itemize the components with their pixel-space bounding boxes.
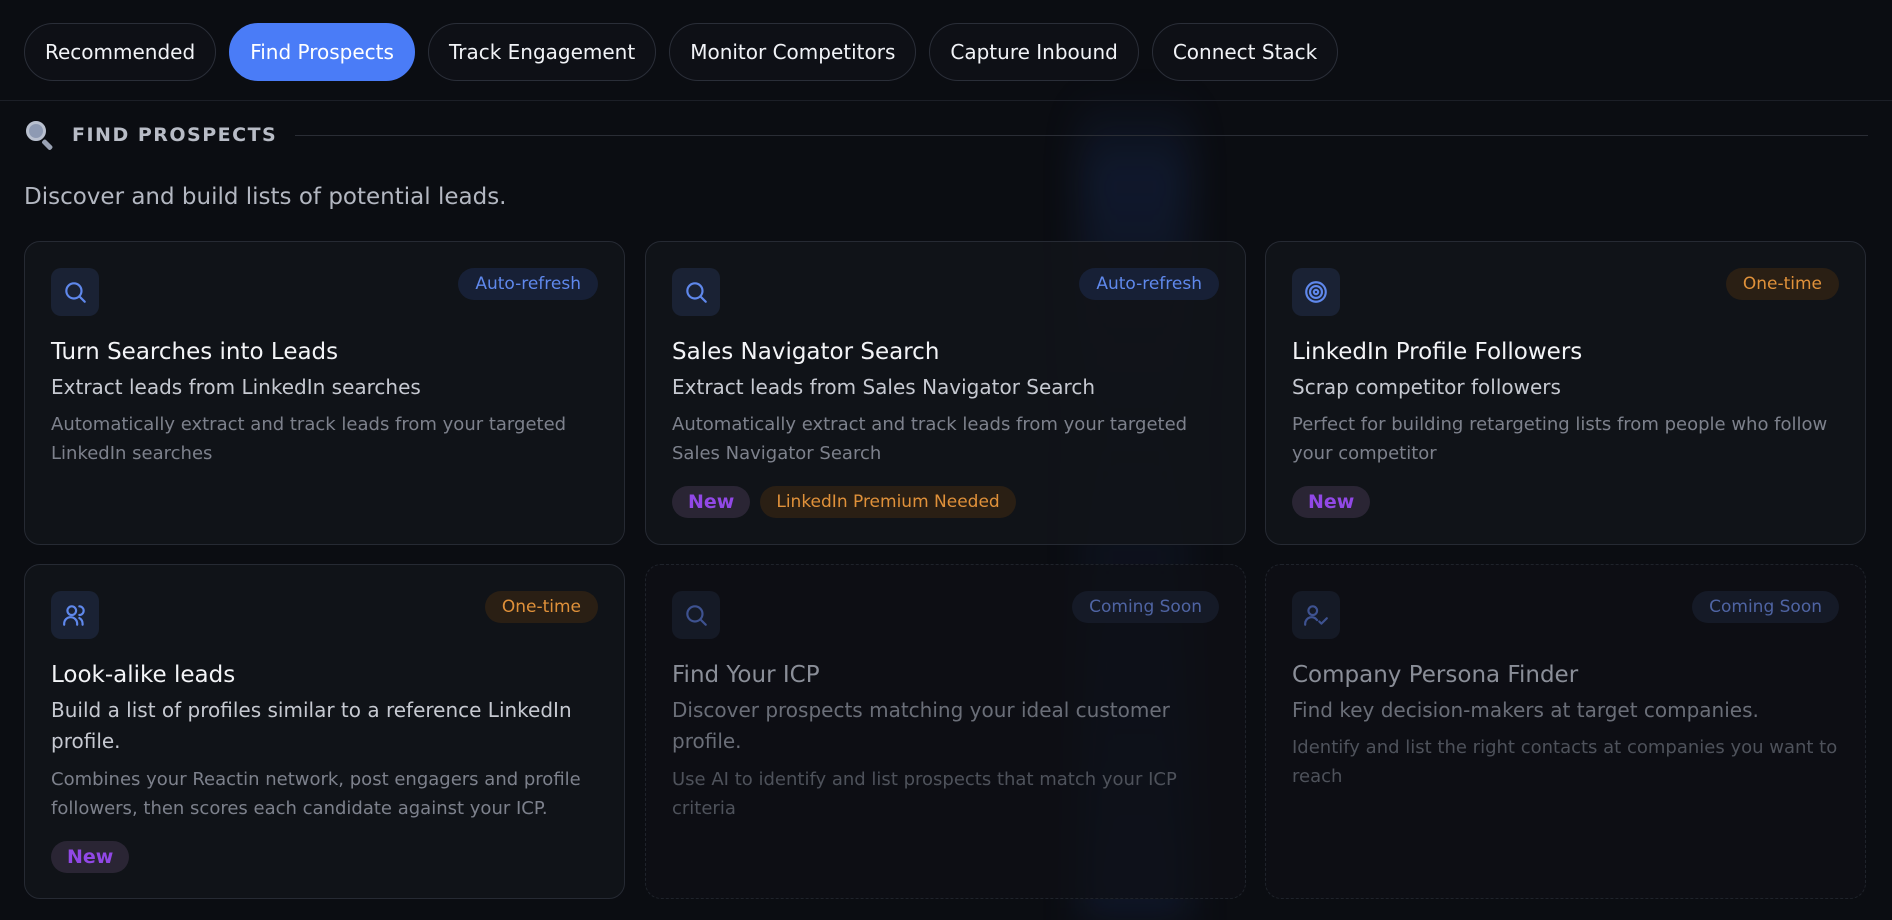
target-icon: [1292, 268, 1340, 316]
card-tags: New LinkedIn Premium Needed: [672, 486, 1016, 518]
search-icon: [672, 591, 720, 639]
tab-find-prospects[interactable]: Find Prospects: [229, 23, 415, 81]
section-header: FIND PROSPECTS: [24, 118, 1868, 152]
tab-recommended[interactable]: Recommended: [24, 23, 217, 81]
card-title: Sales Navigator Search: [672, 339, 940, 365]
auto-refresh-badge: Auto-refresh: [1079, 268, 1219, 300]
card-title: Turn Searches into Leads: [51, 339, 339, 365]
card-description: Use AI to identify and list prospects th…: [672, 769, 1177, 819]
new-tag: New: [672, 486, 751, 518]
premium-tag: LinkedIn Premium Needed: [760, 486, 1016, 518]
card-tags: New: [51, 841, 130, 873]
card-description: Identify and list the right contacts at …: [1292, 737, 1838, 787]
new-tag: New: [51, 841, 130, 873]
search-icon: [672, 268, 720, 316]
section-divider: [295, 134, 1868, 136]
card-title: Find Your ICP: [672, 662, 820, 688]
section-title: FIND PROSPECTS: [72, 124, 278, 146]
card-linkedin-profile-followers[interactable]: One-time LinkedIn Profile Followers Scra…: [1265, 241, 1866, 545]
card-subtitle: Build a list of profiles similar to a re…: [51, 698, 572, 753]
card-subtitle: Discover prospects matching your ideal c…: [672, 698, 1170, 753]
user-check-icon: [1292, 591, 1340, 639]
tab-track-engagement[interactable]: Track Engagement: [427, 23, 657, 81]
one-time-badge: One-time: [484, 591, 598, 623]
card-title: Company Persona Finder: [1292, 662, 1579, 688]
search-icon: [51, 268, 99, 316]
card-sales-navigator-search[interactable]: Auto-refresh Sales Navigator Search Extr…: [645, 241, 1246, 545]
one-time-badge: One-time: [1725, 268, 1839, 300]
card-subtitle: Find key decision-makers at target compa…: [1292, 698, 1759, 722]
card-description: Perfect for building retargeting lists f…: [1292, 414, 1828, 464]
card-subtitle: Extract leads from Sales Navigator Searc…: [672, 375, 1095, 399]
section-description: Discover and build lists of potential le…: [24, 184, 507, 210]
card-subtitle: Scrap competitor followers: [1292, 375, 1561, 399]
card-description: Combines your Reactin network, post enga…: [51, 769, 581, 819]
users-icon: [51, 591, 99, 639]
card-company-persona-finder: Coming Soon Company Persona Finder Find …: [1265, 564, 1866, 899]
card-tags: New: [1292, 486, 1371, 518]
category-tabs: Recommended Find Prospects Track Engagem…: [24, 23, 1339, 81]
new-tag: New: [1292, 486, 1371, 518]
tab-capture-inbound[interactable]: Capture Inbound: [929, 23, 1139, 81]
coming-soon-badge: Coming Soon: [1072, 591, 1219, 623]
coming-soon-badge: Coming Soon: [1692, 591, 1839, 623]
card-subtitle: Extract leads from LinkedIn searches: [51, 375, 421, 399]
card-title: LinkedIn Profile Followers: [1292, 339, 1583, 365]
card-look-alike-leads[interactable]: One-time Look-alike leads Build a list o…: [24, 564, 625, 899]
card-find-your-icp: Coming Soon Find Your ICP Discover prosp…: [645, 564, 1246, 899]
auto-refresh-badge: Auto-refresh: [458, 268, 598, 300]
card-description: Automatically extract and track leads fr…: [51, 414, 567, 464]
card-turn-searches-into-leads[interactable]: Auto-refresh Turn Searches into Leads Ex…: [24, 241, 625, 545]
tab-monitor-competitors[interactable]: Monitor Competitors: [669, 23, 917, 81]
tabs-divider: [0, 100, 1892, 101]
tab-connect-stack[interactable]: Connect Stack: [1151, 23, 1339, 81]
card-description: Automatically extract and track leads fr…: [672, 414, 1188, 464]
magnifier-icon: [24, 119, 56, 151]
card-title: Look-alike leads: [51, 662, 236, 688]
